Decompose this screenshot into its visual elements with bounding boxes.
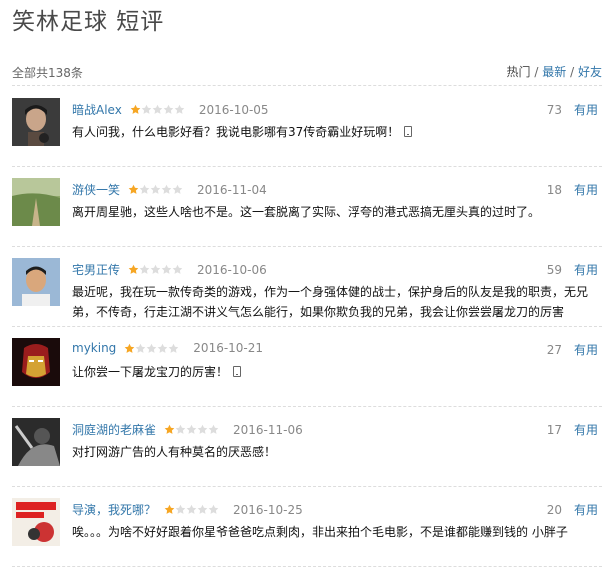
dark-portrait-avatar[interactable] bbox=[12, 418, 60, 466]
review-text-content: 让你尝一下屠龙宝刀的厉害！ bbox=[72, 365, 229, 379]
review-item: 宅男正传 2016-10-06 59 有用最近呢，我在玩一款传奇类的游戏，作为一个身强… bbox=[12, 246, 602, 327]
author-link[interactable]: 游侠一笑 bbox=[72, 181, 120, 198]
review-item: 游侠一笑 2016-11-04 18 有用离开周星驰，这些人啥也不是。这一套脱离了实际… bbox=[12, 166, 602, 247]
vote-count: 59 bbox=[546, 263, 562, 277]
sort-hot[interactable]: 热门 bbox=[507, 65, 531, 79]
review-date: 2016-11-06 bbox=[233, 422, 303, 437]
review-date: 2016-10-25 bbox=[233, 502, 303, 517]
useful-button[interactable]: 有用 bbox=[574, 183, 598, 197]
review-text-content: 最近呢，我在玩一款传奇类的游戏，作为一个身强体健的战士，保护身后的队友是我的职责… bbox=[72, 285, 589, 319]
review-item: 洞庭湖的老麻雀 2016-11-06 17 有用对打网游广告的人有种莫名的厌恶感！ bbox=[12, 406, 602, 487]
useful-button[interactable]: 有用 bbox=[574, 503, 598, 517]
review-text-content: 对打网游广告的人有种莫名的厌恶感！ bbox=[72, 445, 277, 459]
review-item: 暗战Alex 2016-10-05 73 有用有人问我，什么电影好看？我说电影哪有37… bbox=[12, 86, 602, 167]
review-date: 2016-11-04 bbox=[197, 182, 267, 197]
review-text: 唉。。。为啥不好好跟着你星爷爸爸吃点剩肉，非出来拍个毛电影，不是谁都能赚到钱的 … bbox=[72, 522, 598, 542]
author-link[interactable]: 导演，我死哪？ bbox=[72, 501, 156, 518]
author-link[interactable]: 宅男正传 bbox=[72, 261, 120, 278]
page-title: 笑林足球 短评 bbox=[12, 9, 165, 35]
vote-count: 27 bbox=[546, 343, 562, 357]
man-portrait-avatar[interactable] bbox=[12, 98, 60, 146]
author-link[interactable]: 暗战Alex bbox=[72, 101, 122, 118]
review-date: 2016-10-21 bbox=[193, 341, 264, 355]
vote-area: 18 有用 bbox=[547, 181, 598, 198]
sort-latest-link[interactable]: 最新 bbox=[542, 65, 566, 79]
review-date: 2016-10-05 bbox=[198, 102, 269, 117]
sort-friends-link[interactable]: 好友 bbox=[578, 65, 602, 79]
review-date: 2016-10-06 bbox=[197, 262, 267, 277]
review-item: myking 2016-10-21 27 有用让你尝一下屠龙宝刀的厉害！ bbox=[12, 326, 602, 407]
review-meta: 宅男正传 2016-10-06 bbox=[72, 261, 267, 278]
iron-mask-avatar[interactable] bbox=[12, 338, 60, 386]
author-link[interactable]: 洞庭湖的老麻雀 bbox=[72, 421, 156, 438]
mobile-phone-icon bbox=[233, 366, 242, 377]
review-text: 对打网游广告的人有种莫名的厌恶感！ bbox=[72, 442, 598, 462]
vote-area: 73 有用 bbox=[547, 101, 598, 118]
rating-stars-icon bbox=[124, 343, 179, 354]
vote-area: 59 有用 bbox=[547, 261, 598, 278]
review-meta: 洞庭湖的老麻雀 2016-11-06 bbox=[72, 421, 303, 438]
vote-area: 27 有用 bbox=[547, 341, 598, 358]
vote-count: 18 bbox=[546, 183, 562, 197]
review-meta: 导演，我死哪？ 2016-10-25 bbox=[72, 501, 303, 518]
vote-count: 73 bbox=[546, 103, 562, 117]
vote-area: 17 有用 bbox=[547, 421, 598, 438]
rating-stars-icon bbox=[128, 184, 183, 195]
sort-divider: / bbox=[534, 65, 539, 79]
sort-options: 热门 / 最新 / 好友 bbox=[507, 63, 602, 80]
rating-stars-icon bbox=[130, 104, 185, 115]
vote-count: 20 bbox=[546, 503, 562, 517]
rating-stars-icon bbox=[128, 264, 183, 275]
vote-count: 17 bbox=[546, 423, 562, 437]
review-meta: 游侠一笑 2016-11-04 bbox=[72, 181, 267, 198]
review-meta: 暗战Alex 2016-10-05 bbox=[72, 101, 269, 118]
review-text: 离开周星驰，这些人啥也不是。这一套脱离了实际、浮夸的港式恶搞无厘头真的过时了。 bbox=[72, 202, 598, 222]
useful-button[interactable]: 有用 bbox=[574, 263, 598, 277]
review-text: 有人问我，什么电影好看？我说电影哪有37传奇霸业好玩啊！ bbox=[72, 122, 598, 142]
young-man-avatar[interactable] bbox=[12, 258, 60, 306]
review-text: 让你尝一下屠龙宝刀的厉害！ bbox=[72, 362, 598, 382]
review-text: 最近呢，我在玩一款传奇类的游戏，作为一个身强体健的战士，保护身后的队友是我的职责… bbox=[72, 282, 598, 322]
landscape-avatar[interactable] bbox=[12, 178, 60, 226]
red-riding-hood-avatar[interactable] bbox=[12, 498, 60, 546]
review-text-content: 离开周星驰，这些人啥也不是。这一套脱离了实际、浮夸的港式恶搞无厘头真的过时了。 bbox=[72, 205, 541, 219]
review-count: 全部共138条 bbox=[12, 66, 83, 80]
review-text-content: 有人问我，什么电影好看？我说电影哪有37传奇霸业好玩啊！ bbox=[72, 125, 400, 139]
sort-divider: / bbox=[570, 65, 575, 79]
useful-button[interactable]: 有用 bbox=[574, 343, 598, 357]
review-item: 导演，我死哪？ 2016-10-25 20 有用 唉。。。为啥不好好跟着你星爷爸爸吃点剩… bbox=[12, 486, 602, 567]
rating-stars-icon bbox=[164, 504, 219, 515]
useful-button[interactable]: 有用 bbox=[574, 103, 598, 117]
author-link[interactable]: myking bbox=[72, 341, 116, 355]
useful-button[interactable]: 有用 bbox=[574, 423, 598, 437]
review-meta: myking 2016-10-21 bbox=[72, 341, 263, 355]
rating-stars-icon bbox=[164, 424, 219, 435]
mobile-phone-icon bbox=[404, 126, 413, 137]
review-text-content: 唉。。。为啥不好好跟着你星爷爸爸吃点剩肉，非出来拍个毛电影，不是谁都能赚到钱的 … bbox=[72, 525, 568, 539]
vote-area: 20 有用 bbox=[547, 501, 598, 518]
